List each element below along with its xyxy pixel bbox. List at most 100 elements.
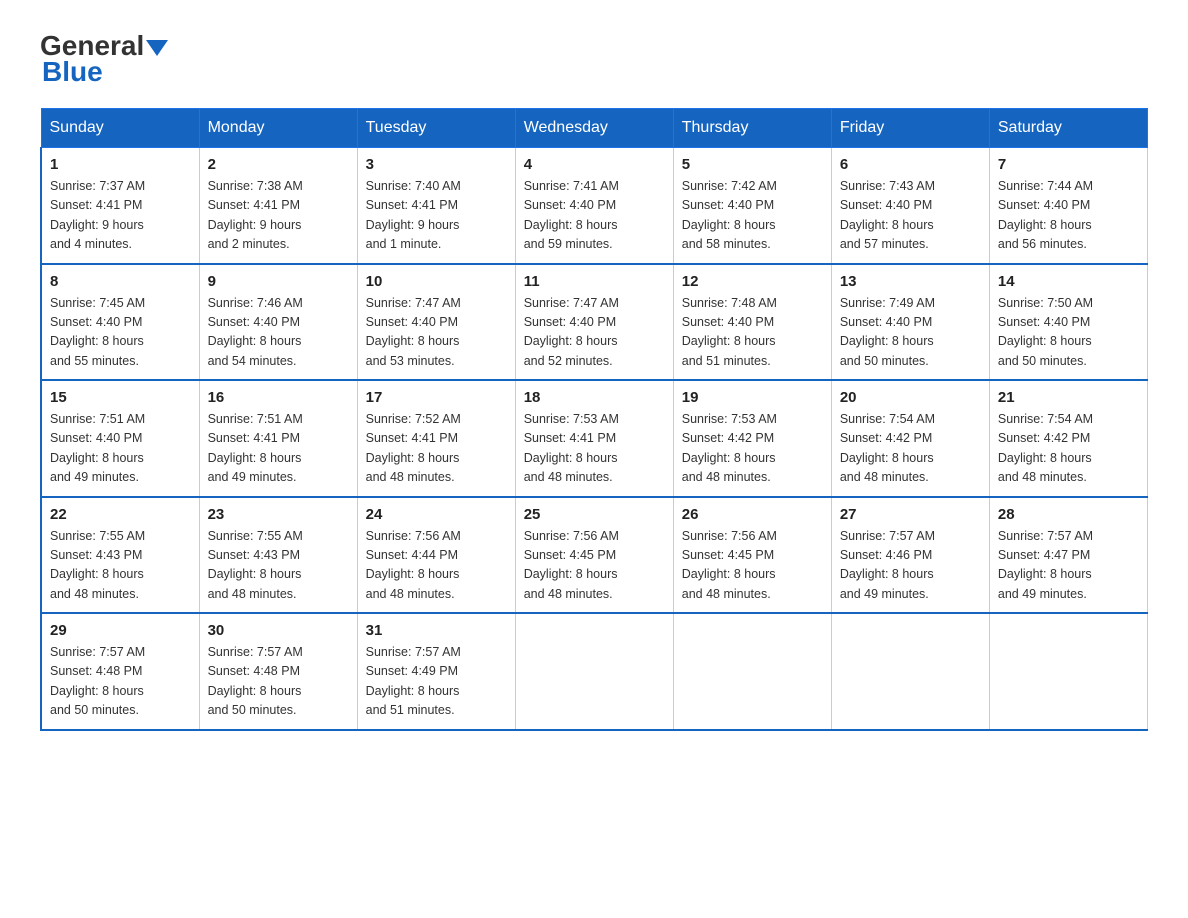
day-info: Sunrise: 7:44 AMSunset: 4:40 PMDaylight:… xyxy=(998,177,1139,255)
header-saturday: Saturday xyxy=(989,109,1147,148)
header-sunday: Sunday xyxy=(41,109,199,148)
day-cell-11: 11 Sunrise: 7:47 AMSunset: 4:40 PMDaylig… xyxy=(515,264,673,381)
calendar-table: SundayMondayTuesdayWednesdayThursdayFrid… xyxy=(40,108,1148,731)
day-info: Sunrise: 7:48 AMSunset: 4:40 PMDaylight:… xyxy=(682,294,823,372)
week-row-2: 8 Sunrise: 7:45 AMSunset: 4:40 PMDayligh… xyxy=(41,264,1148,381)
day-number: 5 xyxy=(682,156,823,173)
day-number: 19 xyxy=(682,389,823,406)
day-number: 24 xyxy=(366,506,507,523)
day-info: Sunrise: 7:57 AMSunset: 4:48 PMDaylight:… xyxy=(50,643,191,721)
day-cell-16: 16 Sunrise: 7:51 AMSunset: 4:41 PMDaylig… xyxy=(199,380,357,497)
logo-blue-text: Blue xyxy=(42,56,103,88)
header-friday: Friday xyxy=(831,109,989,148)
day-info: Sunrise: 7:52 AMSunset: 4:41 PMDaylight:… xyxy=(366,410,507,488)
day-cell-3: 3 Sunrise: 7:40 AMSunset: 4:41 PMDayligh… xyxy=(357,148,515,264)
header-tuesday: Tuesday xyxy=(357,109,515,148)
week-row-3: 15 Sunrise: 7:51 AMSunset: 4:40 PMDaylig… xyxy=(41,380,1148,497)
day-cell-empty-4-3 xyxy=(515,613,673,730)
week-row-4: 22 Sunrise: 7:55 AMSunset: 4:43 PMDaylig… xyxy=(41,497,1148,614)
day-number: 12 xyxy=(682,273,823,290)
day-cell-24: 24 Sunrise: 7:56 AMSunset: 4:44 PMDaylig… xyxy=(357,497,515,614)
day-info: Sunrise: 7:42 AMSunset: 4:40 PMDaylight:… xyxy=(682,177,823,255)
day-info: Sunrise: 7:55 AMSunset: 4:43 PMDaylight:… xyxy=(50,527,191,605)
page-header: General Blue xyxy=(40,30,1148,88)
day-number: 13 xyxy=(840,273,981,290)
day-cell-26: 26 Sunrise: 7:56 AMSunset: 4:45 PMDaylig… xyxy=(673,497,831,614)
header-thursday: Thursday xyxy=(673,109,831,148)
day-number: 9 xyxy=(208,273,349,290)
day-cell-empty-4-6 xyxy=(989,613,1147,730)
day-info: Sunrise: 7:56 AMSunset: 4:45 PMDaylight:… xyxy=(682,527,823,605)
header-monday: Monday xyxy=(199,109,357,148)
day-number: 1 xyxy=(50,156,191,173)
day-cell-15: 15 Sunrise: 7:51 AMSunset: 4:40 PMDaylig… xyxy=(41,380,199,497)
day-number: 29 xyxy=(50,622,191,639)
day-info: Sunrise: 7:55 AMSunset: 4:43 PMDaylight:… xyxy=(208,527,349,605)
day-cell-empty-4-5 xyxy=(831,613,989,730)
day-number: 15 xyxy=(50,389,191,406)
logo: General Blue xyxy=(40,30,168,88)
day-number: 6 xyxy=(840,156,981,173)
day-number: 11 xyxy=(524,273,665,290)
day-cell-14: 14 Sunrise: 7:50 AMSunset: 4:40 PMDaylig… xyxy=(989,264,1147,381)
day-cell-10: 10 Sunrise: 7:47 AMSunset: 4:40 PMDaylig… xyxy=(357,264,515,381)
day-number: 23 xyxy=(208,506,349,523)
day-info: Sunrise: 7:57 AMSunset: 4:47 PMDaylight:… xyxy=(998,527,1139,605)
day-cell-9: 9 Sunrise: 7:46 AMSunset: 4:40 PMDayligh… xyxy=(199,264,357,381)
day-number: 4 xyxy=(524,156,665,173)
day-info: Sunrise: 7:45 AMSunset: 4:40 PMDaylight:… xyxy=(50,294,191,372)
weekday-header-row: SundayMondayTuesdayWednesdayThursdayFrid… xyxy=(41,109,1148,148)
day-info: Sunrise: 7:47 AMSunset: 4:40 PMDaylight:… xyxy=(524,294,665,372)
day-cell-5: 5 Sunrise: 7:42 AMSunset: 4:40 PMDayligh… xyxy=(673,148,831,264)
day-info: Sunrise: 7:57 AMSunset: 4:46 PMDaylight:… xyxy=(840,527,981,605)
header-wednesday: Wednesday xyxy=(515,109,673,148)
day-number: 27 xyxy=(840,506,981,523)
day-info: Sunrise: 7:49 AMSunset: 4:40 PMDaylight:… xyxy=(840,294,981,372)
day-info: Sunrise: 7:50 AMSunset: 4:40 PMDaylight:… xyxy=(998,294,1139,372)
day-cell-17: 17 Sunrise: 7:52 AMSunset: 4:41 PMDaylig… xyxy=(357,380,515,497)
day-info: Sunrise: 7:38 AMSunset: 4:41 PMDaylight:… xyxy=(208,177,349,255)
day-cell-12: 12 Sunrise: 7:48 AMSunset: 4:40 PMDaylig… xyxy=(673,264,831,381)
day-cell-13: 13 Sunrise: 7:49 AMSunset: 4:40 PMDaylig… xyxy=(831,264,989,381)
day-cell-31: 31 Sunrise: 7:57 AMSunset: 4:49 PMDaylig… xyxy=(357,613,515,730)
day-number: 8 xyxy=(50,273,191,290)
day-cell-4: 4 Sunrise: 7:41 AMSunset: 4:40 PMDayligh… xyxy=(515,148,673,264)
day-cell-1: 1 Sunrise: 7:37 AMSunset: 4:41 PMDayligh… xyxy=(41,148,199,264)
day-info: Sunrise: 7:53 AMSunset: 4:41 PMDaylight:… xyxy=(524,410,665,488)
day-cell-empty-4-4 xyxy=(673,613,831,730)
logo-arrow-icon xyxy=(146,38,168,58)
day-info: Sunrise: 7:43 AMSunset: 4:40 PMDaylight:… xyxy=(840,177,981,255)
day-cell-19: 19 Sunrise: 7:53 AMSunset: 4:42 PMDaylig… xyxy=(673,380,831,497)
day-cell-18: 18 Sunrise: 7:53 AMSunset: 4:41 PMDaylig… xyxy=(515,380,673,497)
day-cell-6: 6 Sunrise: 7:43 AMSunset: 4:40 PMDayligh… xyxy=(831,148,989,264)
day-info: Sunrise: 7:54 AMSunset: 4:42 PMDaylight:… xyxy=(840,410,981,488)
day-number: 26 xyxy=(682,506,823,523)
day-cell-25: 25 Sunrise: 7:56 AMSunset: 4:45 PMDaylig… xyxy=(515,497,673,614)
day-info: Sunrise: 7:47 AMSunset: 4:40 PMDaylight:… xyxy=(366,294,507,372)
day-info: Sunrise: 7:51 AMSunset: 4:40 PMDaylight:… xyxy=(50,410,191,488)
day-info: Sunrise: 7:40 AMSunset: 4:41 PMDaylight:… xyxy=(366,177,507,255)
day-cell-2: 2 Sunrise: 7:38 AMSunset: 4:41 PMDayligh… xyxy=(199,148,357,264)
day-number: 20 xyxy=(840,389,981,406)
day-number: 16 xyxy=(208,389,349,406)
day-number: 30 xyxy=(208,622,349,639)
day-info: Sunrise: 7:37 AMSunset: 4:41 PMDaylight:… xyxy=(50,177,191,255)
day-cell-23: 23 Sunrise: 7:55 AMSunset: 4:43 PMDaylig… xyxy=(199,497,357,614)
day-info: Sunrise: 7:57 AMSunset: 4:49 PMDaylight:… xyxy=(366,643,507,721)
day-info: Sunrise: 7:53 AMSunset: 4:42 PMDaylight:… xyxy=(682,410,823,488)
day-number: 21 xyxy=(998,389,1139,406)
day-number: 22 xyxy=(50,506,191,523)
day-number: 31 xyxy=(366,622,507,639)
day-number: 10 xyxy=(366,273,507,290)
day-cell-20: 20 Sunrise: 7:54 AMSunset: 4:42 PMDaylig… xyxy=(831,380,989,497)
day-cell-22: 22 Sunrise: 7:55 AMSunset: 4:43 PMDaylig… xyxy=(41,497,199,614)
day-info: Sunrise: 7:56 AMSunset: 4:45 PMDaylight:… xyxy=(524,527,665,605)
day-cell-8: 8 Sunrise: 7:45 AMSunset: 4:40 PMDayligh… xyxy=(41,264,199,381)
day-number: 28 xyxy=(998,506,1139,523)
day-number: 2 xyxy=(208,156,349,173)
week-row-1: 1 Sunrise: 7:37 AMSunset: 4:41 PMDayligh… xyxy=(41,148,1148,264)
day-info: Sunrise: 7:56 AMSunset: 4:44 PMDaylight:… xyxy=(366,527,507,605)
day-info: Sunrise: 7:51 AMSunset: 4:41 PMDaylight:… xyxy=(208,410,349,488)
day-info: Sunrise: 7:41 AMSunset: 4:40 PMDaylight:… xyxy=(524,177,665,255)
day-number: 3 xyxy=(366,156,507,173)
